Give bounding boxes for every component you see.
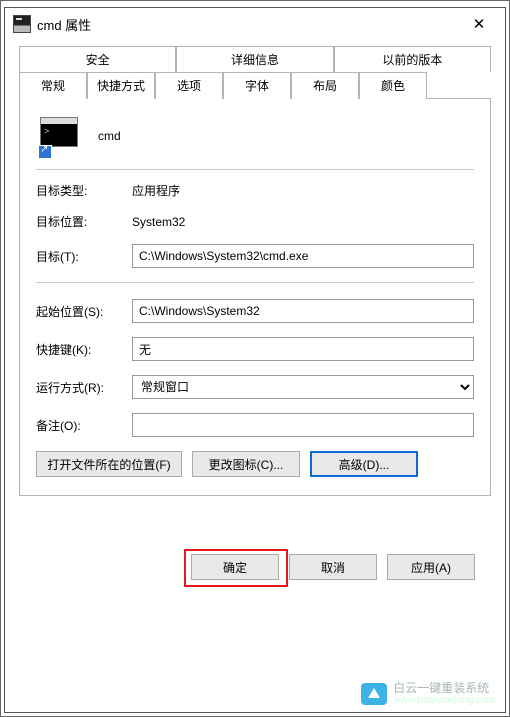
tab-control: 安全 详细信息 以前的版本 常规 快捷方式 选项 字体 布局 颜色 [19,46,491,496]
shortcut-panel: cmd 目标类型: 应用程序 目标位置: System32 目标(T): [19,98,491,496]
outer-border: cmd 属性 ✕ 安全 详细信息 以前的版本 常规 快捷方式 选项 字体 布局 … [0,0,510,717]
watermark-text: 白云一键重装系统 www.baiyunxitong.com [393,682,495,706]
tab-row-bottom: 常规 快捷方式 选项 字体 布局 颜色 [19,72,491,99]
shortcut-icon [40,117,78,155]
content-area: 安全 详细信息 以前的版本 常规 快捷方式 选项 字体 布局 颜色 [5,40,505,712]
separator [36,282,474,283]
tab-options[interactable]: 选项 [155,72,223,99]
label-hotkey: 快捷键(K): [36,341,132,358]
tab-security[interactable]: 安全 [19,46,176,72]
row-start-in: 起始位置(S): [36,299,474,323]
target-input[interactable] [132,244,474,268]
row-target-location: 目标位置: System32 [36,213,474,230]
tab-label: 布局 [313,79,337,93]
cancel-button[interactable]: 取消 [289,554,377,580]
tab-shortcut[interactable]: 快捷方式 [87,72,155,99]
watermark-domain: www.baiyunxitong.com [393,695,495,706]
shortcut-arrow-overlay-icon [38,145,52,159]
tab-label: 选项 [177,79,201,93]
tab-row-top: 安全 详细信息 以前的版本 [19,46,491,72]
row-hotkey: 快捷键(K): [36,337,474,361]
label-run: 运行方式(R): [36,379,132,396]
window-title: cmd 属性 [37,15,91,34]
tab-label: 快捷方式 [97,79,145,93]
tab-label: 安全 [86,53,110,67]
tab-previous-versions[interactable]: 以前的版本 [334,46,491,72]
start-in-input[interactable] [132,299,474,323]
watermark-brand: 白云一键重装系统 [393,682,495,695]
label-start-in: 起始位置(S): [36,303,132,320]
tab-font[interactable]: 字体 [223,72,291,99]
cmd-window-icon [40,117,78,147]
dialog-button-bar: 确定 取消 应用(A) [19,544,491,580]
watermark-logo-icon [361,683,387,705]
ok-button[interactable]: 确定 [191,554,279,580]
cmd-icon [13,15,31,33]
panel-button-row: 打开文件所在的位置(F) 更改图标(C)... 高级(D)... [36,451,474,477]
apply-button[interactable]: 应用(A) [387,554,475,580]
titlebar: cmd 属性 ✕ [5,8,505,40]
tab-label: 详细信息 [231,53,279,67]
label-target: 目标(T): [36,248,132,265]
tab-label: 颜色 [381,79,405,93]
run-combobox[interactable]: 常规窗口 [132,375,474,399]
tab-label: 字体 [245,79,269,93]
close-button[interactable]: ✕ [457,10,501,38]
row-run: 运行方式(R): 常规窗口 [36,375,474,399]
label-target-location: 目标位置: [36,213,132,230]
row-comment: 备注(O): [36,413,474,437]
tab-label: 常规 [41,79,65,93]
tab-general[interactable]: 常规 [19,72,87,99]
row-target: 目标(T): [36,244,474,268]
separator [36,169,474,170]
advanced-button[interactable]: 高级(D)... [310,451,418,477]
hotkey-input[interactable] [132,337,474,361]
label-comment: 备注(O): [36,417,132,434]
shortcut-name: cmd [98,129,121,143]
close-icon: ✕ [473,15,486,33]
row-target-type: 目标类型: 应用程序 [36,182,474,199]
open-file-location-button[interactable]: 打开文件所在的位置(F) [36,451,182,477]
change-icon-button[interactable]: 更改图标(C)... [192,451,300,477]
watermark: 白云一键重装系统 www.baiyunxitong.com [361,682,495,706]
tab-label: 以前的版本 [382,53,442,67]
tab-details[interactable]: 详细信息 [176,46,333,72]
tab-colors[interactable]: 颜色 [359,72,427,99]
comment-input[interactable] [132,413,474,437]
tab-layout[interactable]: 布局 [291,72,359,99]
dialog-window: cmd 属性 ✕ 安全 详细信息 以前的版本 常规 快捷方式 选项 字体 布局 … [4,7,506,713]
shortcut-header: cmd [36,113,474,169]
label-target-type: 目标类型: [36,182,132,199]
value-target-type: 应用程序 [132,182,180,199]
value-target-location: System32 [132,215,185,229]
